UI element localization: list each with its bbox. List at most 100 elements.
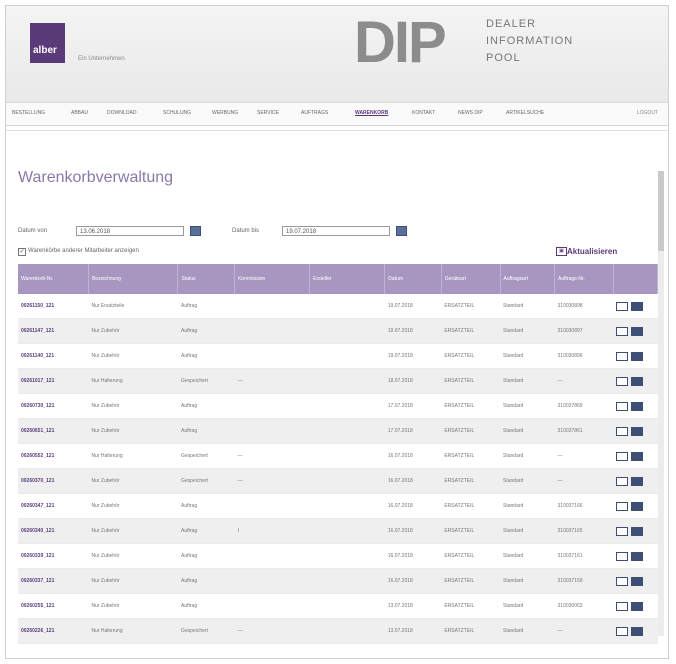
basket-icon[interactable] <box>631 376 644 386</box>
basket-icon[interactable] <box>631 626 644 636</box>
table-cell: 310037165 <box>554 518 614 544</box>
table-row[interactable]: 00260370_121 Nur Zubehör Gespeichert —16.07… <box>18 468 658 494</box>
table-cell[interactable]: 00260226_121 <box>18 618 89 644</box>
table-cell[interactable]: 00260730_121 <box>18 393 89 419</box>
col-ersteller[interactable]: Ersteller <box>309 264 386 294</box>
table-cell[interactable]: 00261017_121 <box>18 368 89 394</box>
table-row[interactable]: 00260337_121 Nur Zubehör Auftrag 16.07.2018… <box>18 568 658 594</box>
table-cell: Auftrag <box>177 294 235 319</box>
basket-icon[interactable] <box>631 301 644 311</box>
table-cell: — <box>234 443 310 469</box>
table-cell <box>309 393 385 419</box>
basket-icon[interactable] <box>631 601 644 611</box>
nav-item-download[interactable]: DOWNLOAD <box>107 110 136 116</box>
table-cell[interactable]: 00261140_121 <box>18 343 89 369</box>
scrollbar-thumb[interactable] <box>658 171 664 251</box>
nav-item-bestellung[interactable]: BESTELLUNG <box>12 110 45 116</box>
open-basket-icon[interactable] <box>616 376 629 386</box>
basket-icon[interactable] <box>631 401 644 411</box>
table-cell[interactable]: 00261150_121 <box>18 294 89 319</box>
table-row[interactable]: 00260651_121 Nur Zubehör Auftrag 17.07.2018… <box>18 418 658 444</box>
table-row[interactable]: 00260730_121 Nur Zubehör Auftrag 17.07.2018… <box>18 393 658 419</box>
col-geraeteart[interactable]: Geräteart <box>441 264 501 294</box>
table-cell: Auftrag <box>177 493 235 519</box>
table-row[interactable]: 00261147_121 Nur Zubehör Auftrag 19.07.2018… <box>18 318 658 344</box>
table-cell: Gespeichert <box>177 368 235 394</box>
table-cell[interactable]: 00260340_121 <box>18 518 89 544</box>
calendar-icon[interactable] <box>190 226 201 236</box>
nav-item-kontakt[interactable]: KONTAKT <box>412 110 435 116</box>
table-cell[interactable]: 00260552_121 <box>18 443 89 469</box>
col-datum[interactable]: Datum <box>384 264 442 294</box>
table-row[interactable]: 00260226_121 Nur Halterung Gespeichert —13.… <box>18 618 658 644</box>
table-row[interactable]: 00261140_121 Nur Zubehör Auftrag 19.07.2018… <box>18 343 658 369</box>
open-basket-icon[interactable] <box>616 601 629 611</box>
nav-item-service[interactable]: SERVICE <box>257 110 279 116</box>
col-bezeichnung[interactable]: Bezeichnung <box>88 264 179 294</box>
basket-icon[interactable] <box>631 326 644 336</box>
open-basket-icon[interactable] <box>616 426 629 436</box>
scrollbar[interactable] <box>658 171 664 636</box>
basket-icon[interactable] <box>631 451 644 461</box>
nav-item-artikelsuche[interactable]: ARTIKELSUCHE <box>506 110 544 116</box>
table-cell: 13.07.2018 <box>384 593 442 619</box>
logout-link[interactable]: LOGOUT <box>637 110 658 116</box>
col-auftrags-nr[interactable]: Auftrags-Nr. <box>554 264 614 294</box>
basket-icon[interactable] <box>631 501 644 511</box>
basket-icon[interactable] <box>631 426 644 436</box>
row-actions <box>613 593 658 619</box>
basket-icon[interactable] <box>631 351 644 361</box>
logo[interactable]: alber <box>30 23 65 63</box>
basket-icon[interactable] <box>631 551 644 561</box>
table-cell: 13.07.2018 <box>384 618 442 644</box>
table-row[interactable]: 00261150_121 Nur Ersatzteile Auftrag 19.07.… <box>18 294 658 319</box>
table-cell[interactable]: 00260339_121 <box>18 543 89 569</box>
nav-item-news-dip[interactable]: NEWS DIP <box>458 110 483 116</box>
nav-item-warenkorb[interactable]: WARENKORB <box>355 110 388 116</box>
open-basket-icon[interactable] <box>616 526 629 536</box>
open-basket-icon[interactable] <box>616 501 629 511</box>
col-warenkorb-nr[interactable]: Warenkorb-Nr. <box>18 264 89 294</box>
table-cell <box>309 568 385 594</box>
table-cell: — <box>554 368 614 394</box>
table-header-row: Warenkorb-Nr. Bezeichnung Status Kommiss… <box>18 264 659 294</box>
table-row[interactable]: 00260347_121 Nur Zubehör Auftrag 16.07.2018… <box>18 493 658 519</box>
open-basket-icon[interactable] <box>616 301 629 311</box>
table-row[interactable]: 00260255_121 Nur Zubehör Auftrag 13.07.2018… <box>18 593 658 619</box>
table-cell[interactable]: 00260255_121 <box>18 593 89 619</box>
calendar-icon[interactable] <box>396 226 407 236</box>
basket-icon[interactable] <box>631 526 644 536</box>
table-row[interactable]: 00260340_121 Nur Zubehör Auftrag I 16.07.201… <box>18 518 658 544</box>
refresh-button[interactable]: Aktualisieren <box>567 247 617 256</box>
basket-icon[interactable] <box>631 576 644 586</box>
table-cell[interactable]: 00260337_121 <box>18 568 89 594</box>
table-cell[interactable]: 00260651_121 <box>18 418 89 444</box>
nav-item-auftrags[interactable]: AUFTRAGS <box>301 110 328 116</box>
table-cell[interactable]: 00261147_121 <box>18 318 89 344</box>
datum-bis-input[interactable]: 19.07.2018 <box>282 226 390 236</box>
table-cell[interactable]: 00260370_121 <box>18 468 89 494</box>
table-row[interactable]: 00260552_121 Nur Halterung Gespeichert —16.… <box>18 443 658 469</box>
col-kommission[interactable]: Kommission <box>234 264 311 294</box>
table-row[interactable]: 00261017_121 Nur Halterung Gespeichert —18.… <box>18 368 658 394</box>
table-cell: Nur Zubehör <box>88 468 178 494</box>
open-basket-icon[interactable] <box>616 476 629 486</box>
open-basket-icon[interactable] <box>616 326 629 336</box>
table-cell[interactable]: 00260347_121 <box>18 493 89 519</box>
basket-icon[interactable] <box>631 476 644 486</box>
col-status[interactable]: Status <box>177 264 236 294</box>
datum-von-input[interactable]: 13.06.2018 <box>76 226 184 236</box>
open-basket-icon[interactable] <box>616 451 629 461</box>
show-other-baskets-checkbox[interactable]: ✓ <box>18 248 26 256</box>
nav-item-werbung[interactable]: WERBUNG <box>212 110 238 116</box>
refresh-icon[interactable]: ▣ <box>556 247 567 256</box>
open-basket-icon[interactable] <box>616 401 629 411</box>
open-basket-icon[interactable] <box>616 576 629 586</box>
col-auftragsart[interactable]: Auftragsart <box>500 264 556 294</box>
nav-item-abbau[interactable]: ABBAU <box>71 110 88 116</box>
open-basket-icon[interactable] <box>616 351 629 361</box>
open-basket-icon[interactable] <box>616 551 629 561</box>
open-basket-icon[interactable] <box>616 626 629 636</box>
nav-item-schulung[interactable]: SCHULUNG <box>163 110 191 116</box>
table-row[interactable]: 00260339_121 Nur Zubehör Auftrag 16.07.2018… <box>18 543 658 569</box>
